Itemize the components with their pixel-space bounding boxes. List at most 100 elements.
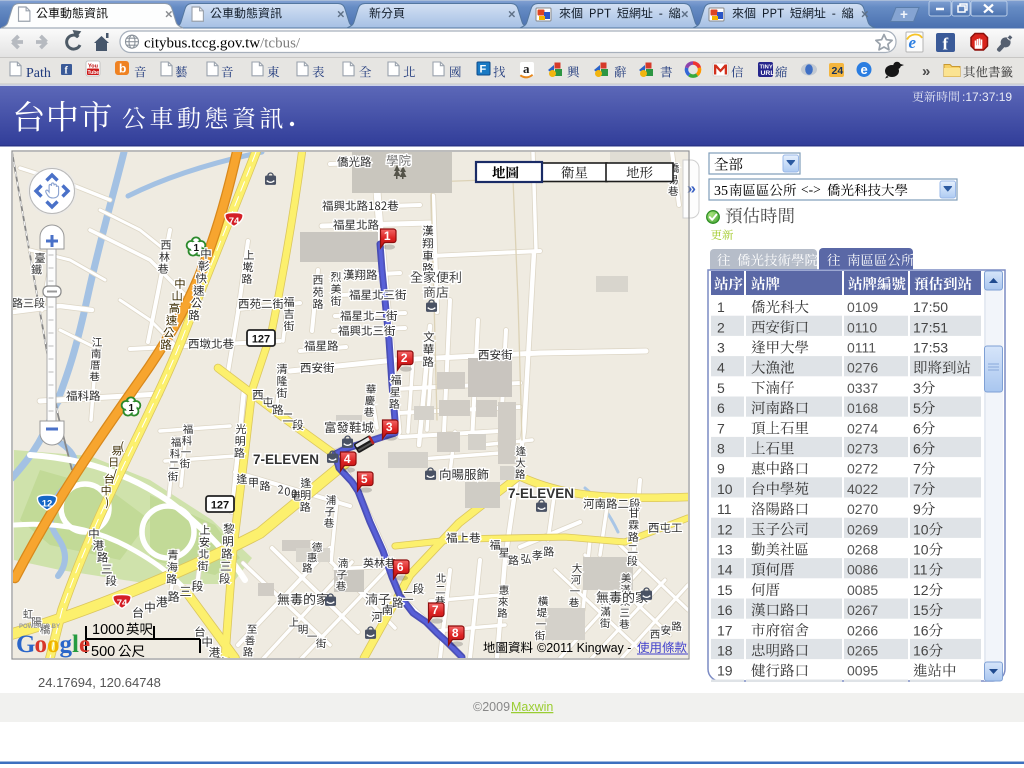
- svg-text:3: 3: [386, 420, 393, 434]
- svg-text:Maxwin: Maxwin: [511, 700, 553, 714]
- svg-text::17:37:19: :17:37:19: [962, 90, 1012, 104]
- svg-text:6: 6: [717, 400, 725, 416]
- svg-text:...: ...: [845, 9, 854, 21]
- svg-text:15: 15: [913, 602, 929, 618]
- svg-text:b: b: [119, 62, 126, 76]
- svg-text:×: ×: [681, 7, 689, 22]
- svg-text:6: 6: [913, 420, 921, 436]
- svg-text:12: 12: [913, 582, 929, 598]
- svg-text:citybus.tccg.gov.tw/tcbus/: citybus.tccg.gov.tw/tcbus/: [144, 36, 301, 52]
- svg-text:9: 9: [913, 501, 921, 517]
- svg-text:...: ...: [672, 9, 681, 21]
- svg-text:6: 6: [913, 441, 921, 457]
- svg-text:o: o: [35, 631, 48, 658]
- svg-text:127: 127: [211, 500, 229, 512]
- svg-text:7-ELEVEN: 7-ELEVEN: [253, 452, 319, 467]
- svg-text:1: 1: [717, 299, 725, 315]
- svg-text:10: 10: [913, 542, 929, 558]
- svg-text:0337: 0337: [847, 380, 878, 396]
- svg-text:10: 10: [717, 481, 733, 497]
- svg-text:a: a: [523, 61, 530, 76]
- svg-text:5: 5: [913, 400, 921, 416]
- svg-text:12: 12: [42, 499, 53, 510]
- svg-text:15: 15: [717, 582, 733, 598]
- svg-text:0270: 0270: [847, 501, 878, 517]
- svg-text:18: 18: [717, 643, 733, 659]
- svg-text:17:50: 17:50: [913, 299, 948, 315]
- svg-text:G: G: [16, 631, 35, 658]
- svg-text:10: 10: [913, 521, 929, 537]
- svg-text:2: 2: [717, 319, 725, 335]
- svg-text:11: 11: [913, 562, 928, 578]
- svg-text:17:51: 17:51: [913, 319, 948, 335]
- svg-text:11: 11: [717, 501, 732, 517]
- svg-text:0272: 0272: [847, 461, 878, 477]
- svg-text:0266: 0266: [847, 622, 878, 638]
- svg-text:7: 7: [432, 603, 439, 617]
- svg-text:3: 3: [913, 380, 921, 396]
- svg-text:×: ×: [508, 7, 516, 22]
- svg-text:0268: 0268: [847, 542, 878, 558]
- svg-text:×: ×: [165, 7, 173, 22]
- svg-text:0273: 0273: [847, 441, 878, 457]
- svg-text:1: 1: [384, 229, 391, 243]
- svg-text:Tube: Tube: [88, 70, 100, 76]
- svg-text:g: g: [60, 631, 73, 658]
- svg-text:o: o: [47, 631, 60, 658]
- svg-text:©2011 Kingway -: ©2011 Kingway -: [537, 641, 631, 655]
- svg-text:35: 35: [714, 184, 728, 199]
- svg-text:1: 1: [194, 243, 200, 254]
- svg-text:6: 6: [397, 560, 404, 574]
- svg-text:12: 12: [717, 521, 733, 537]
- svg-text:3: 3: [717, 340, 725, 356]
- svg-text:URL: URL: [761, 70, 775, 77]
- svg-text:F: F: [480, 64, 487, 76]
- svg-text:0109: 0109: [847, 299, 878, 315]
- svg-text:<->: <->: [801, 182, 821, 197]
- svg-text:8: 8: [717, 441, 725, 457]
- svg-text:4022: 4022: [847, 481, 878, 497]
- svg-text:16: 16: [717, 602, 733, 618]
- svg-text:×: ×: [861, 7, 869, 22]
- svg-text:Path: Path: [26, 66, 51, 81]
- svg-text:0269: 0269: [847, 521, 878, 537]
- svg-text:14: 14: [717, 562, 733, 578]
- svg-text:7: 7: [717, 420, 725, 436]
- svg-text:17:53: 17:53: [913, 340, 948, 356]
- svg-text:0086: 0086: [847, 562, 878, 578]
- svg-text:5: 5: [361, 472, 368, 486]
- svg-text:16: 16: [913, 622, 929, 638]
- svg-text:0111: 0111: [847, 340, 876, 356]
- svg-text:POWERED BY: POWERED BY: [19, 624, 60, 630]
- svg-text:7-ELEVEN: 7-ELEVEN: [508, 486, 574, 501]
- svg-text:0110: 0110: [847, 319, 877, 335]
- svg-text:4: 4: [344, 452, 351, 466]
- svg-text:0265: 0265: [847, 643, 878, 659]
- svg-text:17: 17: [717, 622, 733, 638]
- svg-text:0168: 0168: [847, 400, 878, 416]
- svg-text:0276: 0276: [847, 360, 878, 376]
- svg-text:24.17694, 120.64748: 24.17694, 120.64748: [38, 675, 161, 690]
- svg-text:19: 19: [717, 663, 733, 679]
- svg-text:16: 16: [913, 643, 929, 659]
- svg-text:0085: 0085: [847, 582, 878, 598]
- svg-text:7: 7: [913, 461, 921, 477]
- svg-text:500: 500: [91, 644, 115, 660]
- svg-text:1: 1: [129, 403, 135, 414]
- svg-text:8: 8: [452, 626, 459, 640]
- svg-text:+: +: [900, 7, 908, 22]
- svg-text:13: 13: [717, 542, 733, 558]
- svg-text:»: »: [687, 181, 696, 198]
- svg-text:24: 24: [832, 65, 844, 77]
- svg-text:e: e: [79, 631, 90, 658]
- svg-text:f: f: [943, 35, 949, 54]
- svg-text:©2009: ©2009: [473, 700, 510, 714]
- svg-text:74: 74: [117, 598, 128, 609]
- svg-text:2: 2: [401, 351, 408, 365]
- svg-text:1000: 1000: [92, 622, 124, 638]
- svg-text:5: 5: [717, 380, 725, 396]
- svg-text:74: 74: [229, 216, 240, 227]
- svg-text:7: 7: [913, 481, 921, 497]
- svg-text:0095: 0095: [847, 663, 878, 679]
- svg-text:0267: 0267: [847, 602, 878, 618]
